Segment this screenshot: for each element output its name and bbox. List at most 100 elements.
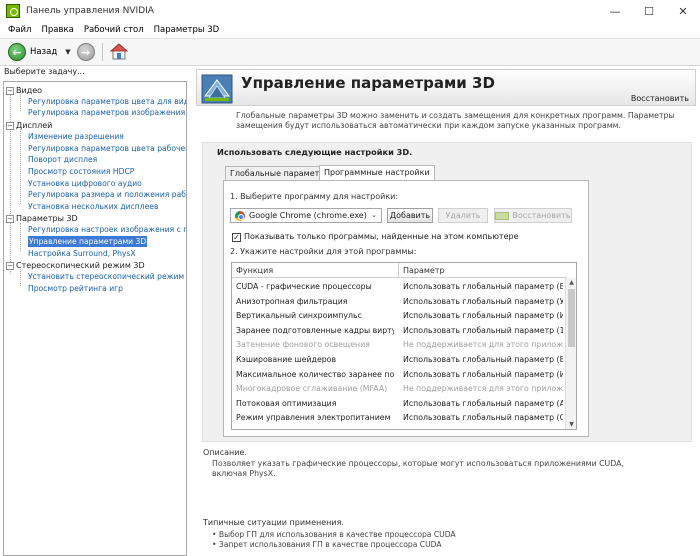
menu-file[interactable]: Файл bbox=[3, 25, 36, 35]
history-dropdown-icon[interactable]: ▼ bbox=[65, 48, 70, 56]
feature-cell: Потоковая оптимизация bbox=[236, 398, 337, 408]
setting-cell[interactable]: Использовать глобальный параметр (1) bbox=[403, 324, 563, 339]
step-1-label: 1. Выберите программу для настройки: bbox=[230, 192, 399, 201]
collapse-icon[interactable]: − bbox=[6, 214, 14, 223]
feature-cell: Кэширование шейдеров bbox=[236, 355, 337, 364]
typical-usage-item: • Запрет использования ГП в качестве про… bbox=[212, 540, 442, 549]
feature-cell: Максимальное количество заранее под... bbox=[236, 369, 394, 379]
restore-button-label: Восстановить bbox=[512, 211, 571, 220]
category-label: Видео bbox=[16, 86, 43, 95]
table-row[interactable]: Кэширование шейдеров Использовать глобал… bbox=[232, 353, 566, 368]
table-row[interactable]: Анизотропная фильтрация Использовать гло… bbox=[232, 295, 566, 310]
tree-item-video-color[interactable]: Регулировка параметров цвета для видео bbox=[28, 96, 186, 107]
tree-item-desktop-color[interactable]: Регулировка параметров цвета рабочего ст… bbox=[28, 143, 186, 154]
forward-arrow-icon[interactable]: → bbox=[76, 43, 95, 61]
tree-item-desktop-size[interactable]: Регулировка размера и положения рабочего… bbox=[28, 189, 186, 200]
close-button[interactable]: ✕ bbox=[666, 0, 700, 22]
setting-cell[interactable]: Не поддерживается для этого приложе... bbox=[403, 382, 563, 397]
setting-cell[interactable]: Использовать глобальный параметр (А... bbox=[403, 397, 563, 412]
tab-program-settings[interactable]: Программные настройки bbox=[319, 165, 435, 180]
table-row[interactable]: CUDA - графические процессоры Использова… bbox=[232, 280, 566, 295]
back-arrow-icon[interactable]: ← bbox=[8, 43, 26, 61]
feature-cell: Режим управления электропитанием bbox=[236, 413, 391, 423]
maximize-button[interactable]: ☐ bbox=[632, 0, 666, 22]
minimize-button[interactable]: — bbox=[598, 0, 632, 22]
setting-cell[interactable]: Использовать глобальный параметр (Все) bbox=[403, 280, 563, 295]
tree-item-game-ratings[interactable]: Просмотр рейтинга игр bbox=[28, 283, 123, 294]
menu-desktop[interactable]: Рабочий стол bbox=[79, 25, 149, 35]
tree-item-manage-3d-settings[interactable]: Управление параметрами 3D bbox=[28, 236, 148, 247]
tree-item-digital-audio[interactable]: Установка цифрового аудио bbox=[28, 178, 142, 189]
column-header-feature[interactable]: Функция bbox=[232, 263, 398, 278]
feature-cell: Вертикальный синхроимпульс bbox=[236, 311, 362, 321]
tree-category-3d-settings[interactable]: − Параметры 3D bbox=[6, 213, 78, 224]
tree-item-rotate-display[interactable]: Поворот дисплея bbox=[28, 154, 97, 165]
window-controls: — ☐ ✕ bbox=[598, 0, 700, 22]
restore-defaults-link[interactable]: Восстановить bbox=[631, 94, 689, 103]
task-tree: − Видео Регулировка параметров цвета для… bbox=[3, 81, 187, 556]
setting-cell[interactable]: Использовать глобальный параметр (И... bbox=[403, 368, 563, 383]
table-row[interactable]: Потоковая оптимизация Использовать глоба… bbox=[232, 397, 566, 412]
program-select-value: Google Chrome (chrome.exe) bbox=[249, 211, 367, 220]
program-settings-panel: 1. Выберите программу для настройки: Goo… bbox=[223, 180, 589, 437]
program-select[interactable]: Google Chrome (chrome.exe) ⌄ bbox=[230, 208, 382, 223]
tree-item-change-resolution[interactable]: Изменение разрешения bbox=[28, 131, 124, 142]
settings-heading: Использовать следующие настройки 3D. bbox=[217, 147, 413, 157]
setting-cell[interactable]: Не поддерживается для этого приложе... bbox=[403, 338, 563, 353]
remove-program-button[interactable]: Удалить bbox=[438, 208, 488, 223]
tree-category-stereo-3d[interactable]: − Стереоскопический режим 3D bbox=[6, 260, 145, 271]
tree-item-video-image[interactable]: Регулировка параметров изображения для в… bbox=[28, 107, 186, 118]
feature-cell: Заранее подготовленные кадры вирту... bbox=[236, 325, 394, 335]
chrome-icon bbox=[235, 210, 245, 221]
page-title: Управление параметрами 3D bbox=[241, 74, 495, 92]
menu-edit[interactable]: Правка bbox=[36, 25, 78, 35]
table-row[interactable]: Максимальное количество заранее под... И… bbox=[232, 368, 566, 383]
table-scrollbar[interactable]: ▲ ▼ bbox=[565, 278, 576, 429]
add-program-button[interactable]: Добавить bbox=[387, 208, 433, 223]
table-row[interactable]: Вертикальный синхроимпульс Использовать … bbox=[232, 309, 566, 324]
toolbar-separator bbox=[101, 43, 103, 61]
collapse-icon[interactable]: − bbox=[6, 86, 14, 95]
3d-settings-icon bbox=[201, 74, 233, 104]
page-banner: Управление параметрами 3D Восстановить bbox=[196, 69, 696, 106]
scroll-down-icon[interactable]: ▼ bbox=[566, 420, 576, 429]
tree-category-video[interactable]: − Видео bbox=[6, 85, 42, 96]
scroll-thumb[interactable] bbox=[568, 289, 575, 347]
tree-item-surround-physx[interactable]: Настройка Surround, PhysX bbox=[28, 248, 136, 259]
column-header-setting[interactable]: Параметр bbox=[399, 263, 567, 278]
show-found-programs-checkbox[interactable]: ✓ bbox=[232, 233, 241, 242]
description-text: Позволяет указать графические процессоры… bbox=[212, 459, 624, 478]
home-icon[interactable] bbox=[109, 42, 129, 62]
table-row[interactable]: Режим управления электропитанием Использ… bbox=[232, 411, 566, 426]
back-button-label[interactable]: Назад bbox=[30, 47, 57, 57]
collapse-icon[interactable]: − bbox=[6, 261, 14, 270]
collapse-icon[interactable]: − bbox=[6, 121, 14, 130]
tree-category-display[interactable]: − Дисплей bbox=[6, 120, 52, 131]
setting-cell[interactable]: Использовать глобальный параметр (И... bbox=[403, 309, 563, 324]
scroll-up-icon[interactable]: ▲ bbox=[566, 278, 576, 288]
setting-cell[interactable]: Использовать глобальный параметр (У... bbox=[403, 295, 563, 310]
show-found-programs-label[interactable]: Показывать только программы, найденные н… bbox=[244, 232, 519, 241]
main-content: Управление параметрами 3D Восстановить Г… bbox=[190, 67, 700, 556]
table-row[interactable]: Многокадровое сглаживание (MFAA) Не подд… bbox=[232, 382, 566, 397]
toolbar: ← Назад ▼ → bbox=[0, 38, 700, 66]
table-row[interactable]: Заранее подготовленные кадры вирту... Ис… bbox=[232, 324, 566, 339]
feature-cell: Многокадровое сглаживание (MFAA) bbox=[236, 384, 388, 394]
tree-item-hdcp-status[interactable]: Просмотр состояния HDCP bbox=[28, 166, 134, 177]
menu-3d-settings[interactable]: Параметры 3D bbox=[149, 25, 225, 35]
category-label: Дисплей bbox=[16, 121, 53, 130]
tree-item-multiple-displays[interactable]: Установка нескольких дисплеев bbox=[28, 201, 158, 212]
setting-cell[interactable]: Использовать глобальный параметр (О... bbox=[403, 411, 563, 426]
chevron-down-icon[interactable]: ⌄ bbox=[371, 211, 377, 219]
task-panel-header: Выберите задачу... bbox=[4, 67, 85, 76]
tree-line bbox=[20, 129, 21, 204]
tree-item-image-settings-preview[interactable]: Регулировка настроек изображения с просм… bbox=[28, 224, 186, 235]
tree-item-set-stereo-3d[interactable]: Установить стереоскопический режим 3D bbox=[28, 271, 186, 282]
title-bar: Панель управления NVIDIA — ☐ ✕ bbox=[0, 0, 700, 22]
page-description: Глобальные параметры 3D можно заменить и… bbox=[236, 111, 675, 130]
step-2-label: 2. Укажите настройки для этой программы: bbox=[230, 247, 417, 256]
setting-cell[interactable]: Использовать глобальный параметр (В... bbox=[403, 353, 563, 368]
feature-cell: Анизотропная фильтрация bbox=[236, 296, 348, 306]
restore-program-button[interactable]: Восстановить bbox=[494, 208, 572, 223]
table-row[interactable]: Затенение фонового освещения Не поддержи… bbox=[232, 338, 566, 353]
